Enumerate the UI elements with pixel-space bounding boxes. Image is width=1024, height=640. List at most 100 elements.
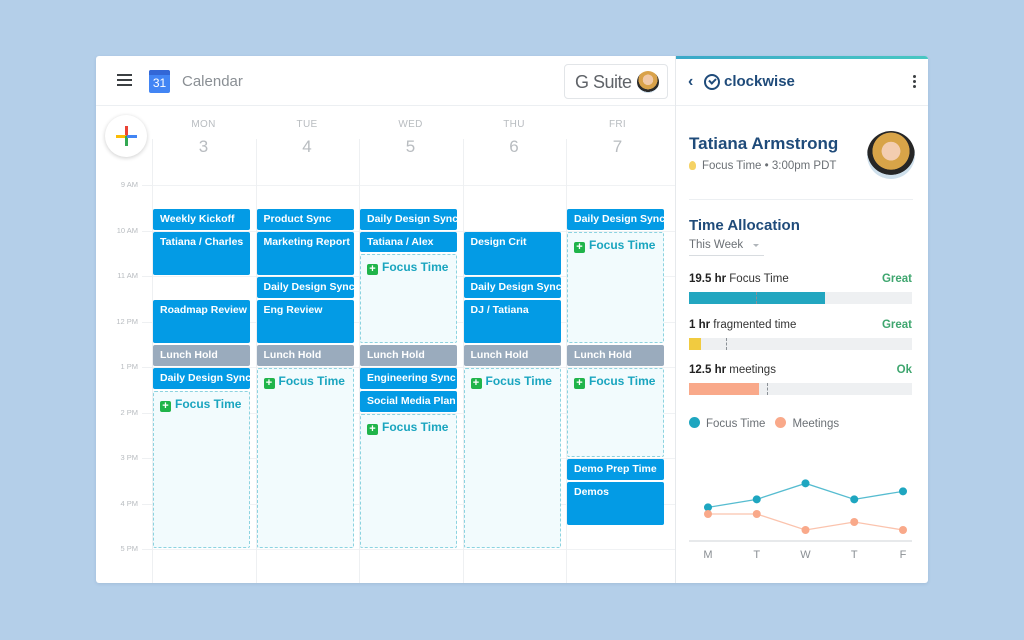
gsuite-account-button[interactable]: G Suite	[564, 64, 668, 99]
clockwise-check-icon	[704, 74, 720, 90]
calendar-event[interactable]: Product Sync	[256, 208, 354, 230]
metric-bar-fill	[689, 338, 702, 350]
calendar-event[interactable]: Daily Design Sync	[360, 208, 457, 230]
metric-bar-fill	[689, 292, 826, 304]
hour-tick	[142, 367, 152, 368]
data-point[interactable]	[704, 510, 712, 518]
focus-time-block[interactable]: + Focus Time	[153, 390, 250, 548]
user-status-text: Focus Time • 3:00pm PDT	[702, 160, 837, 172]
lunch-hold-event[interactable]: Lunch Hold	[256, 345, 354, 366]
metric-bar	[689, 338, 912, 350]
event-title: Daily Design Sync	[263, 281, 354, 293]
data-point[interactable]	[850, 518, 859, 526]
lunch-hold-event[interactable]: Lunch Hold	[153, 345, 250, 366]
period-dropdown[interactable]: This Week	[689, 239, 764, 256]
focus-plus-icon: +	[160, 400, 171, 412]
metric-value: 19.5 hr	[689, 273, 727, 285]
time-label: 9 AM	[120, 180, 138, 189]
focus-plus-icon: +	[367, 423, 378, 435]
calendar-event[interactable]: Weekly Kickoff	[153, 208, 250, 230]
more-options-icon[interactable]	[913, 75, 917, 90]
metric-bar	[689, 383, 912, 395]
hour-tick	[142, 549, 152, 550]
day-header[interactable]: THU 6	[463, 119, 566, 157]
focus-time-block[interactable]: + Focus Time	[567, 368, 664, 457]
time-label: 1 PM	[120, 362, 138, 371]
data-point[interactable]	[752, 510, 761, 518]
calendar-event[interactable]: Design Crit	[463, 231, 561, 275]
lunch-hold-event[interactable]: Lunch Hold	[463, 345, 561, 366]
metric-rating: Great	[881, 273, 912, 285]
calendar-event[interactable]: Demo Prep Time	[567, 459, 664, 480]
day-header[interactable]: WED 5	[359, 119, 462, 157]
event-title: Engineering Sync	[367, 372, 456, 384]
calendar-event[interactable]: Daily Design Sync	[567, 208, 664, 230]
focus-plus-icon: +	[574, 241, 585, 253]
hour-gridline	[152, 549, 675, 550]
calendar-event[interactable]: Tatiana / Charles	[153, 231, 250, 275]
calendar-event[interactable]: DJ / Tatiana	[463, 299, 561, 344]
metric-name: fragmented time	[713, 319, 797, 331]
calendar-event[interactable]: Demos	[567, 481, 664, 526]
x-tick-label: T	[851, 549, 858, 561]
x-tick-label: T	[753, 549, 760, 561]
calendar-event[interactable]: Roadmap Review	[153, 299, 250, 344]
data-point[interactable]	[801, 479, 810, 488]
focus-time-block[interactable]: + Focus Time	[463, 368, 561, 548]
hour-tick	[142, 185, 152, 186]
event-title: Lunch Hold	[160, 349, 218, 362]
day-header[interactable]: TUE 4	[256, 119, 359, 157]
event-title: Tatiana / Charles	[160, 235, 244, 248]
week-grid[interactable]: 9 AM 10 AM 11 AM 12 PM 1 PM 2 PM 3 PM 4 PM 5 PM W…	[116, 139, 675, 583]
hour-tick	[142, 412, 152, 414]
focus-time-block[interactable]: + Focus Time	[360, 413, 457, 548]
lightbulb-icon	[689, 161, 696, 170]
event-title: Marketing Report	[263, 235, 350, 248]
event-title: Social Media Plan	[367, 394, 456, 407]
event-title: Focus Time	[175, 396, 242, 411]
x-tick-label: F	[900, 549, 907, 561]
app-window: 31 Calendar G Suite MON 3 TUE 4 WED 5 THU 6 FRI 7…	[96, 56, 928, 583]
menu-icon[interactable]	[117, 74, 132, 86]
hour-gridline	[152, 185, 675, 186]
day-number: 5	[405, 137, 416, 156]
focus-time-block[interactable]: + Focus Time	[256, 368, 354, 548]
clockwise-header: ‹ clockwise	[676, 59, 928, 106]
avatar[interactable]	[637, 71, 659, 93]
lunch-hold-event[interactable]: Lunch Hold	[567, 345, 664, 366]
calendar-event[interactable]: Daily Design Sync	[153, 368, 250, 389]
data-point[interactable]	[899, 487, 907, 496]
calendar-event[interactable]: Social Media Plan	[360, 390, 457, 412]
metric-value: 12.5 hr	[689, 364, 727, 376]
lunch-hold-event[interactable]: Lunch Hold	[360, 345, 457, 366]
calendar-event[interactable]: Daily Design Sync	[256, 277, 354, 298]
focus-time-block[interactable]: + Focus Time	[360, 254, 457, 344]
clockwise-panel: ‹ clockwise Tatiana Armstrong Focus Time…	[675, 56, 928, 583]
calendar-event[interactable]: Tatiana / Alex	[360, 231, 457, 253]
hour-tick	[142, 458, 152, 459]
metric-label: 12.5 hr meetings	[689, 364, 912, 376]
data-point[interactable]	[899, 526, 907, 534]
data-point[interactable]	[850, 495, 859, 504]
metric-rating: Great	[881, 319, 912, 331]
focus-plus-icon: +	[574, 378, 585, 389]
back-chevron-icon[interactable]: ‹	[688, 73, 693, 91]
calendar-event[interactable]: Daily Design Sync	[463, 277, 561, 298]
time-label: 3 PM	[120, 453, 138, 462]
focus-time-block[interactable]: + Focus Time	[567, 231, 664, 344]
user-name: Tatiana Armstrong	[689, 134, 839, 153]
day-header[interactable]: MON 3	[152, 119, 255, 157]
calendar-event[interactable]: Marketing Report	[256, 231, 354, 275]
event-title: Demo Prep Time	[574, 463, 657, 475]
data-point[interactable]	[752, 495, 761, 504]
user-status: Focus Time • 3:00pm PDT	[689, 160, 836, 172]
time-label: 2 PM	[120, 407, 138, 417]
clockwise-brand: clockwise	[724, 73, 795, 90]
calendar-event[interactable]: Engineering Sync	[360, 368, 457, 389]
day-header[interactable]: FRI 7	[566, 119, 669, 157]
data-point[interactable]	[801, 526, 810, 534]
event-title: Lunch Hold	[367, 349, 425, 362]
calendar-event[interactable]: Eng Review	[256, 299, 354, 344]
focus-plus-icon: +	[263, 378, 275, 389]
create-event-button[interactable]	[105, 115, 147, 157]
